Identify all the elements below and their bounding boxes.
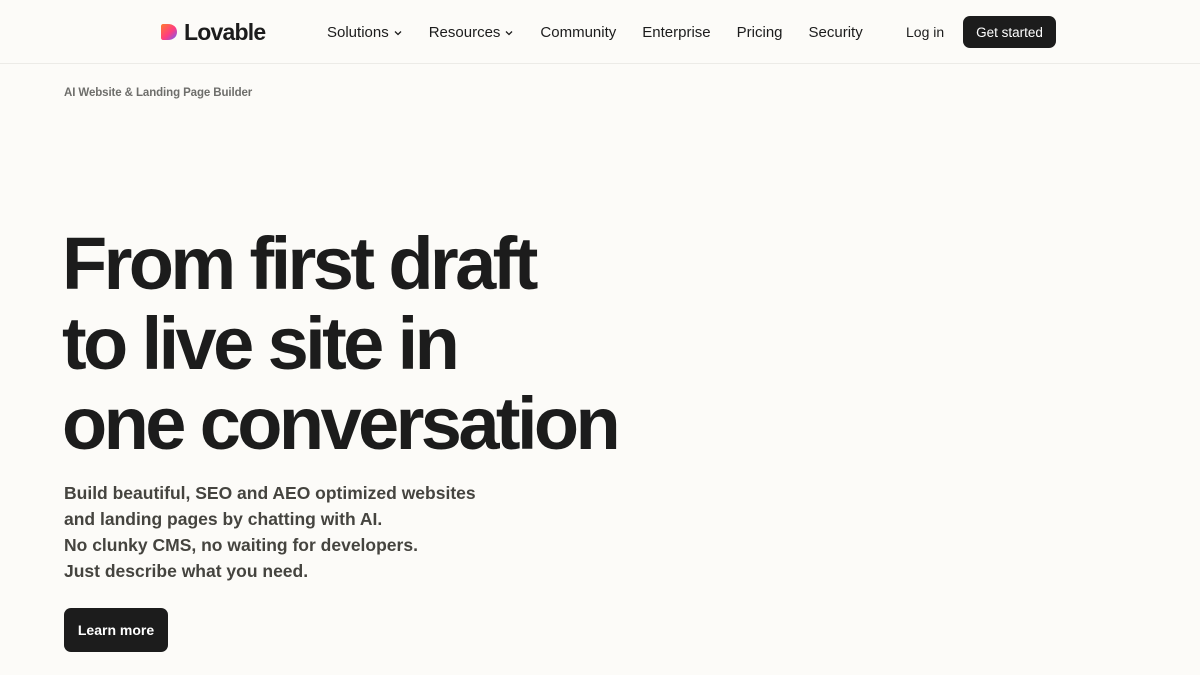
hero-subtitle: Build beautiful, SEO and AEO optimized w… (64, 480, 524, 584)
subtitle-line: and landing pages by chatting with AI. (64, 509, 383, 529)
get-started-button[interactable]: Get started (963, 16, 1056, 48)
nav-item-security[interactable]: Security (809, 24, 863, 41)
hero-eyebrow: AI Website & Landing Page Builder (64, 87, 253, 99)
login-link[interactable]: Log in (906, 24, 944, 40)
brand-logo[interactable]: Lovable (160, 18, 266, 45)
heart-gradient-icon (161, 24, 177, 40)
learn-more-button[interactable]: Learn more (64, 608, 168, 652)
brand-name: Lovable (184, 18, 266, 45)
nav-item-solutions[interactable]: Solutions (327, 24, 403, 41)
nav-item-label: Enterprise (642, 23, 711, 41)
nav-item-label: Community (540, 23, 617, 41)
main-nav: Solutions Resources Community Enterprise… (327, 22, 863, 42)
headline-line: From first draft (62, 222, 538, 305)
subtitle-line: Just describe what you need. (64, 561, 309, 581)
nav-item-label: Security (808, 23, 863, 41)
nav-item-label: Solutions (327, 23, 389, 41)
nav-item-label: Pricing (736, 23, 783, 41)
nav-item-enterprise[interactable]: Enterprise (642, 24, 710, 41)
top-navigation-bar: Lovable Solutions Resources Community En… (0, 0, 1200, 64)
headline-line: to live site in (62, 302, 460, 385)
nav-item-community[interactable]: Community (540, 24, 616, 41)
nav-item-label: Resources (428, 23, 501, 41)
nav-item-resources[interactable]: Resources (429, 24, 515, 41)
nav-item-pricing[interactable]: Pricing (737, 24, 783, 41)
hero-headline: From first draft to live site in one con… (62, 224, 762, 464)
chevron-down-icon (394, 31, 402, 36)
chevron-down-icon (505, 31, 513, 36)
headline-line: one conversation (62, 382, 621, 465)
subtitle-line: No clunky CMS, no waiting for developers… (64, 535, 418, 555)
subtitle-line: Build beautiful, SEO and AEO optimized w… (64, 483, 476, 503)
